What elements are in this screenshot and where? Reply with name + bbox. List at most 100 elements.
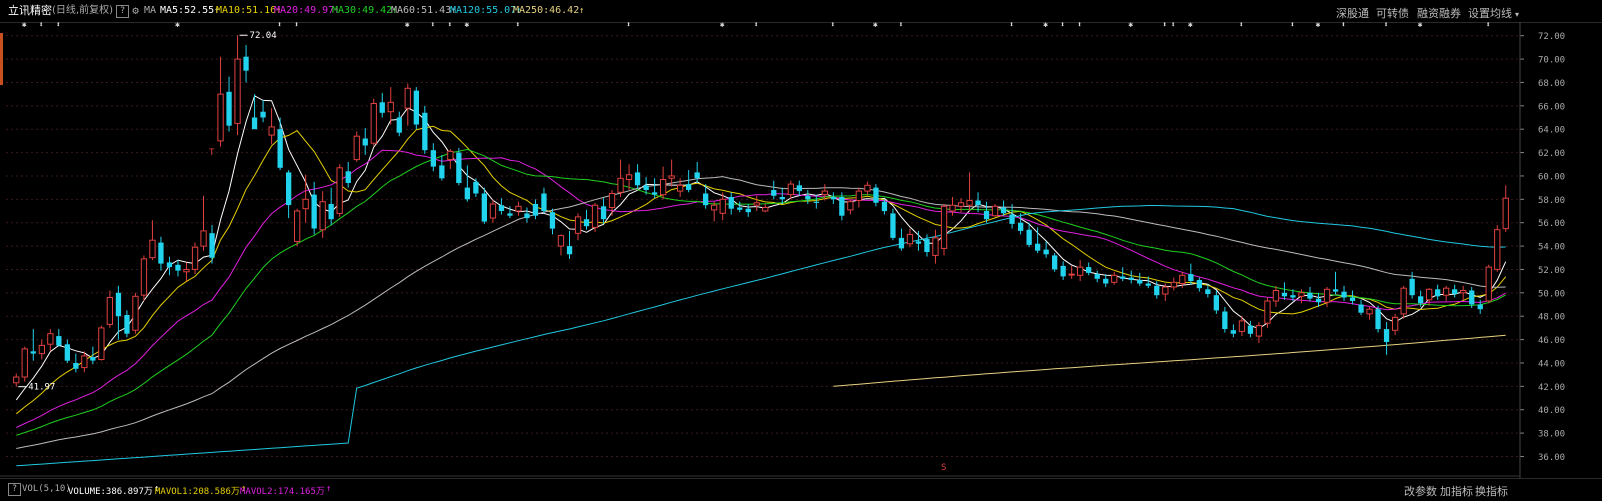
candle [574,213,582,241]
ma-line-ma60 [16,176,1506,449]
candle [864,181,871,195]
candle [21,346,28,382]
candle [30,329,36,361]
candle [1128,270,1134,284]
candle-body-down [277,129,283,168]
event-marker-icon: ⬍ [39,22,44,29]
event-marker-icon: ⬍ [515,22,520,29]
set-ma-button[interactable]: 设置均线 ▾ [1468,5,1519,21]
candle [898,228,905,251]
candle-body-up [353,135,360,161]
convertible-bond-button[interactable]: 可转债 [1376,5,1409,21]
candle-body-down [1145,283,1151,286]
y-tick-label: 60.00 [1538,172,1565,182]
add-indicator-button[interactable]: 加指标 [1440,483,1473,499]
candle-body-down [1052,255,1058,270]
gear-icon[interactable]: ⚙ [130,5,141,16]
candle [728,192,734,215]
chart-header: 立讯精密 (日线,前复权) ? ⚙ MA MA5:52.55 ↑ MA10:51.1… [0,0,1602,23]
candle [464,165,470,202]
help-icon[interactable]: ? [116,5,129,18]
swap-indicator-button[interactable]: 换指标 [1475,483,1508,499]
candle [1170,277,1177,291]
candle [957,198,965,213]
candle-body-down [1375,309,1381,330]
candle [56,329,62,347]
stock-name[interactable]: 立讯精密 [8,5,52,17]
candle-body-down [430,150,436,167]
candle-body-down [975,200,981,206]
candle-body-down [73,363,79,369]
hk-connect-button[interactable]: 深股通 [1336,5,1369,21]
candle-body-up [1170,281,1177,288]
up-arrow-icon: ↑ [326,484,332,494]
event-marker-icon: ⬍ [1171,22,1176,29]
candle [796,180,802,196]
candle-body-down [898,237,905,249]
candle-body-down [549,212,556,229]
y-tick-label: 68.00 [1538,79,1565,89]
candle [1358,299,1364,316]
candle-body-down [1137,280,1143,284]
candle-body-down [1341,291,1347,298]
candle-body-down [473,181,479,194]
candle [140,255,148,302]
candle [260,99,266,123]
candle-body-down [830,197,836,200]
edit-params-button[interactable]: 改参数 [1404,483,1437,499]
candle-body-up [1366,308,1373,315]
candle-body-up [191,246,199,270]
candlestick-chart[interactable]: 72.00 70.00 68.00 66.00 64.00 62.00 60.00 58.00… [0,22,1602,478]
candle [481,187,487,224]
max-annotation-label: 72.04 [250,31,277,41]
candle-body-down [839,197,845,216]
candle [1435,284,1441,300]
candle-body-up [302,198,309,210]
candle-body-down [643,185,649,190]
event-marker-icon: ⬍ [1384,22,1389,29]
ma-lines [15,95,1507,467]
event-marker-icon: ✱ [405,22,410,29]
event-marker-icon: ⬍ [1290,22,1295,29]
y-tick-label: 40.00 [1538,406,1565,416]
candle-body-up [991,205,999,217]
candle [1400,285,1407,319]
candle-body-down [745,208,751,213]
candle-body-down [311,194,317,229]
ma-line-ma120 [16,205,1506,467]
help-icon[interactable]: ? [8,483,21,496]
candle [890,208,896,241]
candle-body-down [1000,207,1007,214]
margin-trading-button[interactable]: 融资融券 [1417,5,1461,21]
candle [991,204,999,217]
candle-body-down [1009,214,1015,224]
event-marker-icon: ⬍ [1239,22,1244,29]
candle-body-down [1222,311,1228,329]
candle-body-down [456,152,462,183]
candle-body-down [924,239,930,252]
candle [302,174,309,223]
event-marker-icon: ⬍ [56,22,61,29]
candle-body-up [660,179,667,196]
candle [175,260,181,277]
event-marker-icon: ⬍ [447,22,452,29]
candle-body-down [1154,285,1160,296]
candle-body-up [906,233,914,245]
candle-body-down [1188,274,1194,282]
candle-body-down [90,357,96,361]
candle [226,76,232,132]
y-tick-label: 70.00 [1538,56,1565,66]
candle-body-down [1086,267,1092,273]
candle-body-down [771,190,777,196]
candle-body-down [1281,292,1288,297]
candle-body-down [1409,278,1415,296]
candle [1366,306,1373,320]
candle-body-up [949,204,956,212]
event-marker-icon: ✱ [1188,22,1193,29]
candle-body-up [132,295,139,331]
candle-body-up [21,348,28,378]
candle [396,111,402,137]
candle-body-down [915,241,922,244]
volume-indicator-2: MAVOL2:174.165万 [240,487,325,497]
candle [617,159,624,197]
